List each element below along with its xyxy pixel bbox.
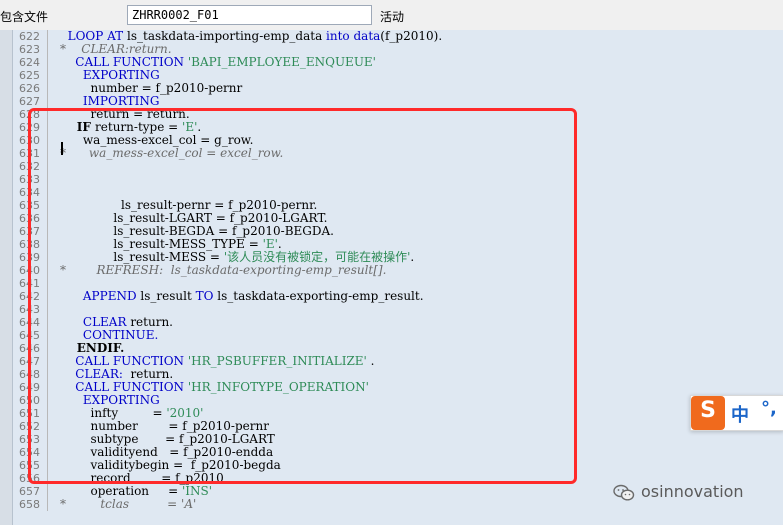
comment-token: * CLEAR:return. [60, 42, 172, 56]
line-number: 625 [19, 69, 40, 82]
code-token: (f_p2010). [380, 30, 443, 43]
watermark-text: osinnovation [641, 482, 744, 501]
comment-token: * tclas = 'A' [60, 497, 197, 511]
string-token: 'BAPI_EMPLOYEE_ENQUEUE' [187, 55, 376, 69]
code-text: * tclas = 'A' [60, 498, 196, 511]
keyword-token: IMPORTING [60, 94, 160, 108]
ime-logo-letter: S [700, 398, 716, 423]
fold-marker [43, 30, 53, 43]
line-number: 657 [19, 485, 40, 498]
code-token: operation = [60, 484, 182, 498]
fold-marker [43, 43, 53, 56]
fold-marker [43, 82, 53, 95]
line-number: 658 [19, 498, 40, 511]
ime-punctuation-toggle[interactable]: °, [761, 398, 777, 419]
toolbar: 包含文件 ZHRR0002_F01 活动 [0, 0, 783, 31]
line-number: 626 [19, 82, 40, 95]
line-number: 624 [19, 56, 40, 69]
keyword-token: data [353, 30, 381, 43]
wechat-icon [613, 484, 635, 501]
include-name-field[interactable]: ZHRR0002_F01 [127, 5, 372, 25]
fold-marker [43, 498, 53, 511]
line-number: 622 [19, 30, 40, 43]
include-label: 包含文件 [0, 10, 49, 24]
string-token: 'INS' [181, 484, 213, 498]
highlight-annotation-box [28, 108, 577, 484]
fold-marker [43, 69, 53, 82]
sogou-logo-icon[interactable]: S [691, 396, 725, 430]
keyword-token: into [326, 30, 354, 43]
keyword-token: EXPORTING [60, 68, 160, 82]
ime-toolbar[interactable]: S 中 °, [690, 395, 783, 431]
line-number: 627 [19, 95, 40, 108]
keyword-token: CALL FUNCTION [60, 55, 188, 69]
fold-marker [43, 485, 53, 498]
line-number: 623 [19, 43, 40, 56]
code-token: number = f_p2010-pernr [60, 81, 243, 95]
ime-mode-toggle[interactable]: 中 [731, 401, 749, 427]
status-text: 活动 [380, 10, 405, 24]
fold-marker [43, 56, 53, 69]
fold-marker [43, 95, 53, 108]
